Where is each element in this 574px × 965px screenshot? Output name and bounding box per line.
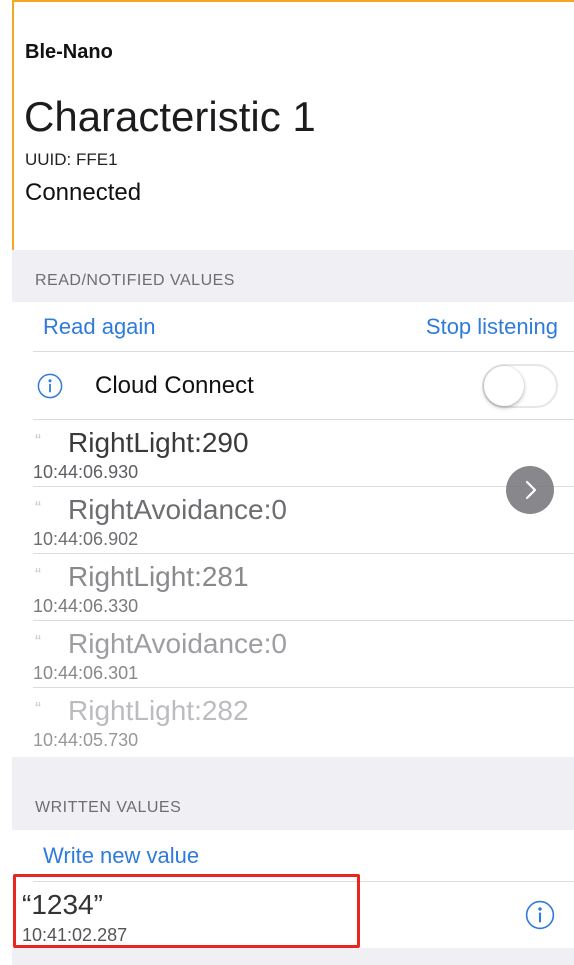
written-value-text: “1234” (22, 889, 103, 920)
value-row: “ RightLight:281 10:44:06.330 (12, 554, 574, 621)
value-timestamp: 10:44:06.930 (33, 462, 139, 482)
cloud-connect-row: Cloud Connect (12, 352, 574, 420)
value-timestamp: 10:44:06.902 (33, 529, 139, 549)
quote-glyph: “ (35, 498, 41, 518)
section-header-read-values: READ/NOTIFIED VALUES (35, 272, 235, 289)
info-icon-graphic (525, 900, 555, 930)
read-actions-row: Read again Stop listening (12, 302, 574, 352)
value-timestamp: 10:44:06.330 (33, 596, 139, 616)
value-row: “ RightAvoidance:0 10:44:06.902 (12, 487, 574, 554)
read-values-list: Read again Stop listening Cloud Connect … (12, 302, 574, 757)
value-text: RightAvoidance:0 (68, 494, 287, 525)
characteristic-screen: Ble-Nano Characteristic 1 UUID: FFE1 Con… (12, 0, 574, 965)
quote-glyph: “ (35, 632, 41, 652)
chevron-right-icon[interactable] (506, 466, 554, 514)
value-timestamp: 10:44:06.301 (33, 663, 139, 683)
value-row: “ RightAvoidance:0 10:44:06.301 (12, 621, 574, 688)
value-row: “ RightLight:290 10:44:06.930 (12, 420, 574, 487)
stop-listening-button[interactable]: Stop listening (426, 316, 558, 338)
uuid-label: UUID: FFE1 (25, 150, 118, 169)
info-icon-graphic (37, 373, 63, 399)
write-new-value-button[interactable]: Write new value (43, 845, 199, 867)
value-row: “ RightLight:282 10:44:05.730 (12, 688, 574, 755)
cloud-connect-label: Cloud Connect (95, 372, 254, 399)
connection-status: Connected (25, 179, 142, 206)
value-text: RightLight:290 (68, 427, 249, 458)
written-value-timestamp: 10:41:02.287 (22, 925, 128, 945)
section-header-written-values: WRITTEN VALUES (35, 799, 182, 816)
characteristic-header: Ble-Nano Characteristic 1 UUID: FFE1 Con… (12, 0, 574, 250)
write-actions-row: Write new value (12, 830, 574, 882)
toggle-knob (484, 366, 524, 406)
info-icon[interactable] (37, 373, 63, 399)
value-text: RightLight:281 (68, 561, 249, 592)
written-values-list: Write new value “1234” 10:41:02.287 (12, 830, 574, 948)
quote-glyph: “ (35, 431, 41, 451)
value-text: RightLight:282 (68, 695, 249, 726)
cloud-connect-toggle[interactable] (482, 364, 558, 408)
written-value-row: “1234” 10:41:02.287 (12, 882, 574, 948)
device-name: Ble-Nano (25, 41, 113, 63)
read-again-button[interactable]: Read again (43, 316, 156, 338)
value-text: RightAvoidance:0 (68, 628, 287, 659)
value-timestamp: 10:44:05.730 (33, 730, 139, 750)
quote-glyph: “ (35, 699, 41, 719)
info-icon[interactable] (525, 900, 555, 930)
page-title: Characteristic 1 (24, 93, 316, 140)
quote-glyph: “ (35, 565, 41, 585)
chevron-right-graphic (506, 466, 554, 514)
